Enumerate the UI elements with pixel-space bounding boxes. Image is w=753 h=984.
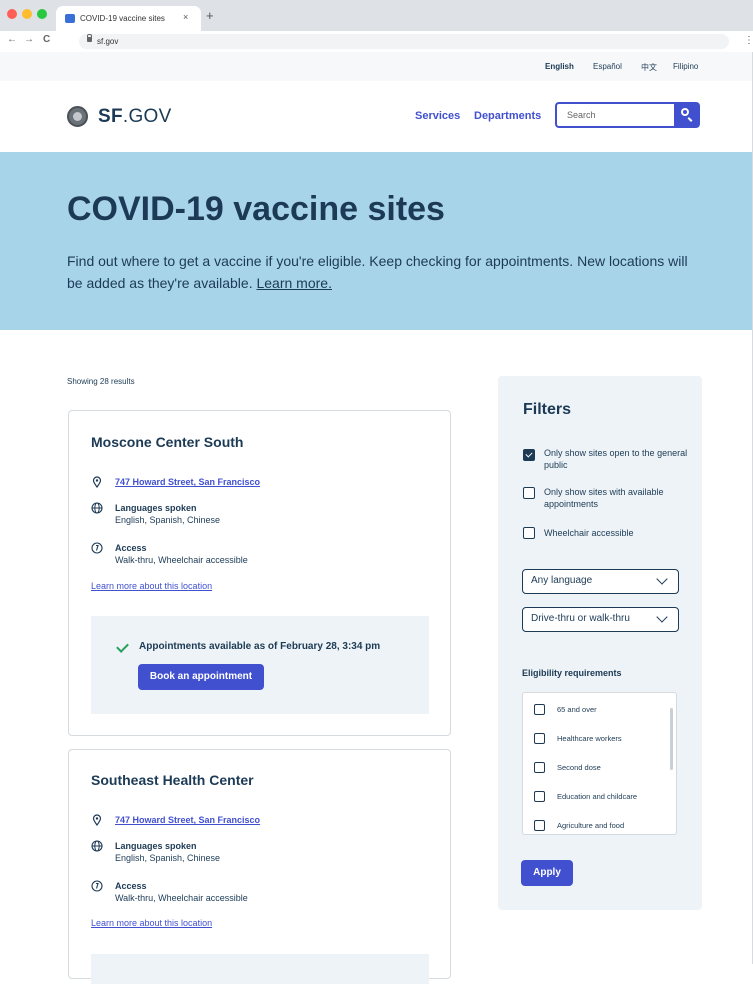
appointment-panel: Appointments available as of February 28…	[91, 616, 429, 714]
hero-banner: COVID-19 vaccine sites Find out where to…	[0, 152, 753, 330]
page-title: COVID-19 vaccine sites	[67, 190, 445, 228]
globe-icon	[91, 840, 103, 852]
eligibility-label: Healthcare workers	[557, 734, 622, 743]
eligibility-scrollbar[interactable]	[670, 708, 673, 770]
maximize-window-button[interactable]	[37, 9, 47, 19]
window-controls	[7, 9, 47, 19]
eligibility-checkbox-education[interactable]	[534, 791, 545, 802]
browser-menu-icon[interactable]: ⋮	[744, 35, 753, 46]
chevron-down-icon	[656, 573, 668, 585]
tab-close-icon[interactable]: ×	[183, 12, 188, 22]
filters-panel: Filters Only show sites open to the gene…	[498, 376, 702, 910]
site-card: Southeast Health Center 747 Howard Stree…	[68, 749, 451, 984]
access-value: Walk-thru, Wheelchair accessible	[115, 555, 248, 565]
search-input[interactable]: Search	[555, 102, 676, 128]
eligibility-checkbox-second-dose[interactable]	[534, 762, 545, 773]
languages-label: Languages spoken	[115, 503, 197, 513]
chevron-down-icon	[656, 611, 668, 623]
url-text: sf.gov	[97, 37, 119, 46]
eligibility-label: Agriculture and food	[557, 821, 625, 830]
nav-services-link[interactable]: Services	[415, 110, 460, 122]
checkmark-icon	[116, 640, 129, 653]
globe-icon	[91, 502, 103, 514]
minimize-window-button[interactable]	[22, 9, 32, 19]
browser-tab-bar: COVID-19 vaccine sites × +	[0, 0, 753, 31]
eligibility-label: Second dose	[557, 763, 601, 772]
city-seal-icon[interactable]	[67, 106, 88, 127]
access-type-select[interactable]: Drive-thru or walk-thru	[522, 607, 679, 632]
eligibility-label: Education and childcare	[557, 792, 638, 801]
checkbox-label: Only show sites open to the general publ…	[544, 448, 688, 470]
checkbox-label: Wheelchair accessible	[544, 528, 634, 538]
available-appointments-checkbox[interactable]	[523, 487, 535, 499]
search-icon	[681, 108, 689, 116]
wheelchair-accessible-checkbox[interactable]	[523, 527, 535, 539]
address-bar: ← → C sf.gov ⋮	[0, 31, 753, 53]
site-header: SF.GOV Services Departments Search	[0, 81, 753, 152]
back-arrow-icon[interactable]: ←	[7, 34, 17, 45]
location-pin-icon	[92, 814, 102, 826]
site-logo[interactable]: SF.GOV	[98, 106, 172, 128]
eligibility-checkbox-agriculture[interactable]	[534, 820, 545, 831]
language-bar: English Español 中文 Filipino	[0, 52, 753, 81]
languages-label: Languages spoken	[115, 841, 197, 851]
language-chinese-link[interactable]: 中文	[641, 62, 657, 73]
browser-tab[interactable]: COVID-19 vaccine sites ×	[56, 6, 201, 31]
book-appointment-button[interactable]: Book an appointment	[138, 664, 264, 690]
eligibility-list[interactable]: 65 and over Healthcare workers Second do…	[522, 692, 677, 835]
search-button[interactable]	[674, 102, 700, 128]
close-window-button[interactable]	[7, 9, 17, 19]
appointment-panel	[91, 954, 429, 984]
eligibility-checkbox-healthcare[interactable]	[534, 733, 545, 744]
access-select-value: Drive-thru or walk-thru	[531, 613, 630, 624]
site-address-link[interactable]: 747 Howard Street, San Francisco	[115, 477, 260, 487]
public-sites-checkbox[interactable]	[523, 449, 535, 461]
nav-departments-link[interactable]: Departments	[474, 110, 541, 122]
site-name: Southeast Health Center	[91, 772, 254, 788]
checkbox-label: Only show sites with available appointme…	[544, 487, 664, 509]
tab-title: COVID-19 vaccine sites	[80, 14, 165, 23]
languages-value: English, Spanish, Chinese	[115, 515, 221, 525]
new-tab-button[interactable]: +	[206, 8, 214, 23]
sfgov-favicon-icon	[65, 14, 75, 23]
site-name: Moscone Center South	[91, 434, 244, 450]
language-filipino-link[interactable]: Filipino	[673, 62, 698, 71]
availability-text: Appointments available as of February 28…	[139, 641, 381, 652]
eligibility-checkbox-65-over[interactable]	[534, 704, 545, 715]
site-card: Moscone Center South 747 Howard Street, …	[68, 410, 451, 736]
results-count: Showing 28 results	[67, 377, 135, 386]
forward-arrow-icon[interactable]: →	[24, 34, 34, 45]
access-icon	[91, 542, 103, 554]
site-address-link[interactable]: 747 Howard Street, San Francisco	[115, 815, 260, 825]
learn-more-location-link[interactable]: Learn more about this location	[91, 918, 212, 928]
learn-more-location-link[interactable]: Learn more about this location	[91, 581, 212, 591]
url-input[interactable]: sf.gov	[79, 34, 729, 49]
access-icon	[91, 880, 103, 892]
language-spanish-link[interactable]: Español	[593, 62, 622, 71]
access-label: Access	[115, 543, 147, 553]
location-pin-icon	[92, 476, 102, 488]
filters-title: Filters	[523, 401, 572, 418]
eligibility-label: 65 and over	[557, 705, 597, 714]
access-value: Walk-thru, Wheelchair accessible	[115, 893, 248, 903]
reload-icon[interactable]: C	[43, 34, 50, 45]
language-select-value: Any language	[531, 575, 593, 586]
hero-description: Find out where to get a vaccine if you'r…	[67, 253, 688, 291]
apply-filters-button[interactable]: Apply	[521, 860, 573, 886]
languages-value: English, Spanish, Chinese	[115, 853, 221, 863]
language-english-link[interactable]: English	[545, 62, 574, 71]
eligibility-title: Eligibility requirements	[522, 668, 622, 678]
lock-icon	[87, 34, 92, 42]
access-label: Access	[115, 881, 147, 891]
learn-more-link[interactable]: Learn more.	[256, 275, 331, 291]
language-select[interactable]: Any language	[522, 569, 679, 594]
